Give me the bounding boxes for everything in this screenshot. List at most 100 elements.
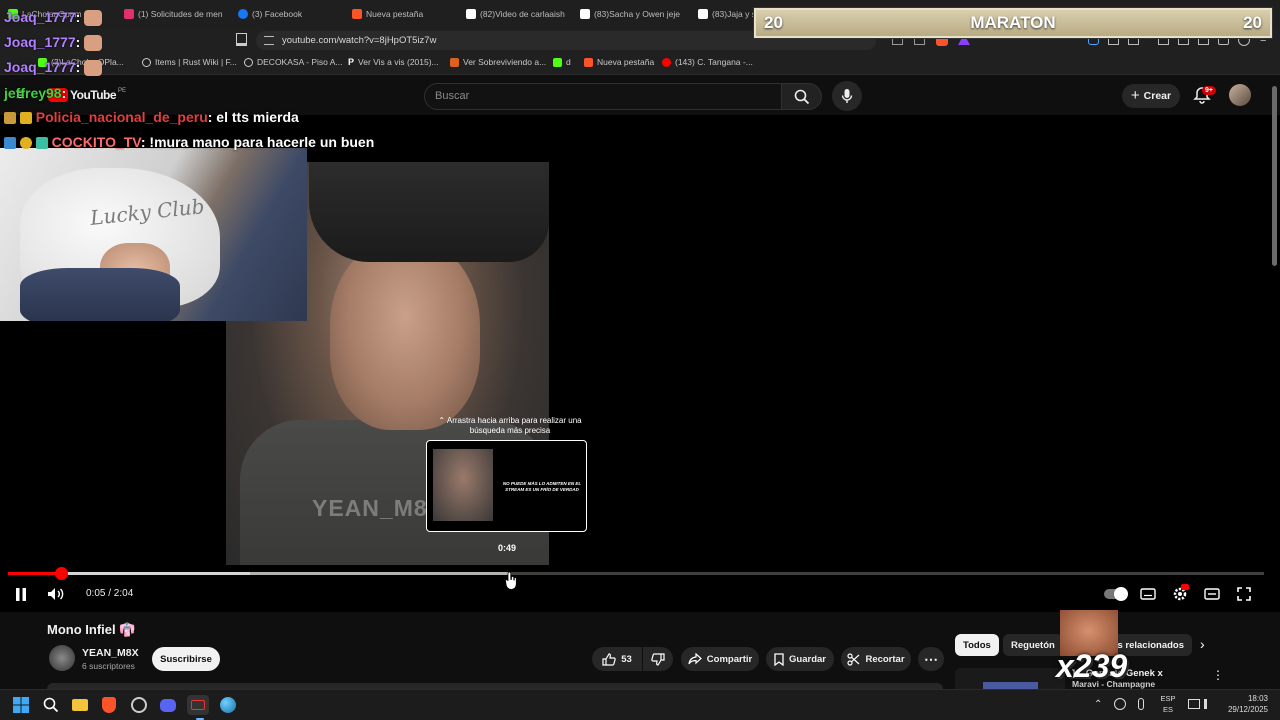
maraton-title: MARATON <box>970 13 1056 32</box>
app-icon <box>191 700 205 710</box>
browser-tab[interactable]: Nueva pestaña <box>352 4 452 24</box>
fullscreen-icon <box>1237 587 1251 601</box>
subscribe-button[interactable]: Suscribirse <box>152 647 220 671</box>
tiktok-icon <box>580 9 590 19</box>
autoplay-track <box>1104 587 1128 601</box>
browser-tab[interactable]: (1) Solicitudes de men <box>124 4 232 24</box>
system-clock[interactable]: 18:03 29/12/2025 <box>1224 693 1268 715</box>
bookmark-item[interactable]: P Ver Vis a vis (2015)... <box>348 57 439 67</box>
progress-scrubber-handle[interactable] <box>54 567 68 580</box>
related-thumbnail[interactable] <box>955 668 1065 689</box>
share-button[interactable]: Compartir <box>681 647 759 671</box>
combo-counter: x239 <box>1056 648 1128 684</box>
chat-message: Joaq_1777: <box>4 9 103 27</box>
subtitles-button[interactable] <box>1138 584 1158 604</box>
more-vertical-icon[interactable]: ⋮ <box>1212 668 1224 682</box>
hand-cursor-icon <box>505 572 517 590</box>
browser-tab[interactable]: (82)Video de carlaaish <box>466 4 570 24</box>
progress-hover-fill <box>8 572 510 575</box>
emote-icon <box>84 60 103 77</box>
chip-reggaeton[interactable]: Reguetón <box>1003 634 1063 656</box>
seek-preview-time: 0:49 <box>497 543 516 553</box>
crown-badge-icon <box>19 112 32 125</box>
miniplayer-button[interactable] <box>1202 584 1222 604</box>
bookmark-item[interactable]: Nueva pestaña <box>584 57 654 67</box>
browser-tab[interactable]: (83)Jaja y se <box>698 4 758 24</box>
volume-icon <box>48 588 64 600</box>
share-arrow-icon <box>688 653 702 665</box>
gift-badge-icon <box>35 137 48 150</box>
progress-bar[interactable] <box>8 567 1264 580</box>
site-settings-icon[interactable] <box>264 36 274 45</box>
folder-icon <box>72 699 88 711</box>
page-scrollbar[interactable] <box>1272 86 1277 266</box>
pause-button[interactable] <box>12 584 30 604</box>
like-button[interactable]: 53 <box>592 647 642 671</box>
video-cap-shape <box>309 162 549 262</box>
emote-icon <box>84 10 103 27</box>
miniplayer-icon <box>1204 588 1220 600</box>
create-button[interactable]: + Crear <box>1122 84 1180 108</box>
microphone-icon[interactable] <box>1138 698 1144 710</box>
dislike-button[interactable] <box>643 647 673 671</box>
chevron-right-icon[interactable]: › <box>1200 636 1205 652</box>
browser-tab[interactable]: (3) Facebook <box>238 4 338 24</box>
autoplay-icon <box>1114 587 1128 601</box>
file-explorer-button[interactable] <box>70 695 90 715</box>
brave-icon <box>102 697 116 713</box>
more-actions-button[interactable]: ⋯ <box>918 647 944 671</box>
fullscreen-button[interactable] <box>1234 584 1254 604</box>
bookmark-item[interactable]: Items | Rust Wiki | F... <box>142 57 237 67</box>
autoplay-toggle[interactable] <box>1104 584 1128 604</box>
chip-all[interactable]: Todos <box>955 634 999 656</box>
clip-button[interactable]: Recortar <box>841 647 911 671</box>
obs-taskbar-button[interactable] <box>187 695 209 715</box>
drag-search-hint: ⌃ Arrastra hacia arriba para realizar un… <box>438 416 582 435</box>
chat-message: jeffrey98: <box>4 85 67 101</box>
taskbar-search-button[interactable] <box>41 695 61 715</box>
facebook-icon <box>238 9 248 19</box>
start-button[interactable] <box>11 695 31 715</box>
channel-name[interactable]: YEAN_M8X <box>82 647 139 659</box>
thumbs-up-icon <box>602 652 616 666</box>
channel-avatar[interactable] <box>49 645 75 671</box>
windows-taskbar: ⌃ ESP ES 18:03 29/12/2025 <box>0 689 1280 720</box>
bookmark-item[interactable]: Ver Sobreviviendo a... <box>450 57 546 67</box>
discord-taskbar-button[interactable] <box>158 695 178 715</box>
save-button[interactable]: Guardar <box>766 647 834 671</box>
discord-icon <box>160 698 176 712</box>
bookmark-item[interactable]: DECOKASA - Piso A... <box>244 57 343 67</box>
chevron-up-icon[interactable]: ⌃ <box>1094 699 1102 710</box>
brave-taskbar-button[interactable] <box>99 695 119 715</box>
search-input[interactable]: Buscar <box>424 83 782 110</box>
user-avatar[interactable] <box>1229 84 1251 106</box>
settings-button[interactable] <box>1170 584 1190 604</box>
network-icon[interactable] <box>1188 699 1200 709</box>
voice-search-button[interactable] <box>832 81 862 111</box>
language-indicator[interactable]: ESP ES <box>1160 693 1176 715</box>
notification-count-badge: 9+ <box>1202 86 1216 95</box>
plus-icon: + <box>1130 87 1140 104</box>
subtitles-icon <box>1140 588 1156 600</box>
sync-icon[interactable] <box>1114 698 1126 710</box>
browser-tab[interactable]: (83)Sacha y Owen jeje <box>580 4 684 24</box>
pause-icon <box>16 587 26 601</box>
search-button[interactable] <box>782 83 822 110</box>
instagram-icon <box>124 9 134 19</box>
emote-icon <box>84 35 103 52</box>
browser-taskbar-button[interactable] <box>218 695 238 715</box>
globe-icon <box>244 57 253 67</box>
bookmark-item[interactable]: (143) C. Tangana -... <box>662 57 753 67</box>
bookmark-item[interactable]: d <box>553 57 571 67</box>
steam-taskbar-button[interactable] <box>129 695 149 715</box>
maraton-banner: 20 MARATON 20 <box>754 8 1272 38</box>
maraton-left-count: 20 <box>764 13 783 32</box>
volume-button[interactable] <box>46 584 66 604</box>
speaker-icon[interactable] <box>1204 699 1214 709</box>
video-face-shape <box>330 240 480 430</box>
tiktok-icon <box>698 9 708 19</box>
thumbs-down-icon <box>651 652 665 666</box>
chat-message: Joaq_1777: <box>4 59 103 77</box>
bookmark-icon[interactable] <box>236 33 247 46</box>
preview-face-shape <box>433 449 493 521</box>
